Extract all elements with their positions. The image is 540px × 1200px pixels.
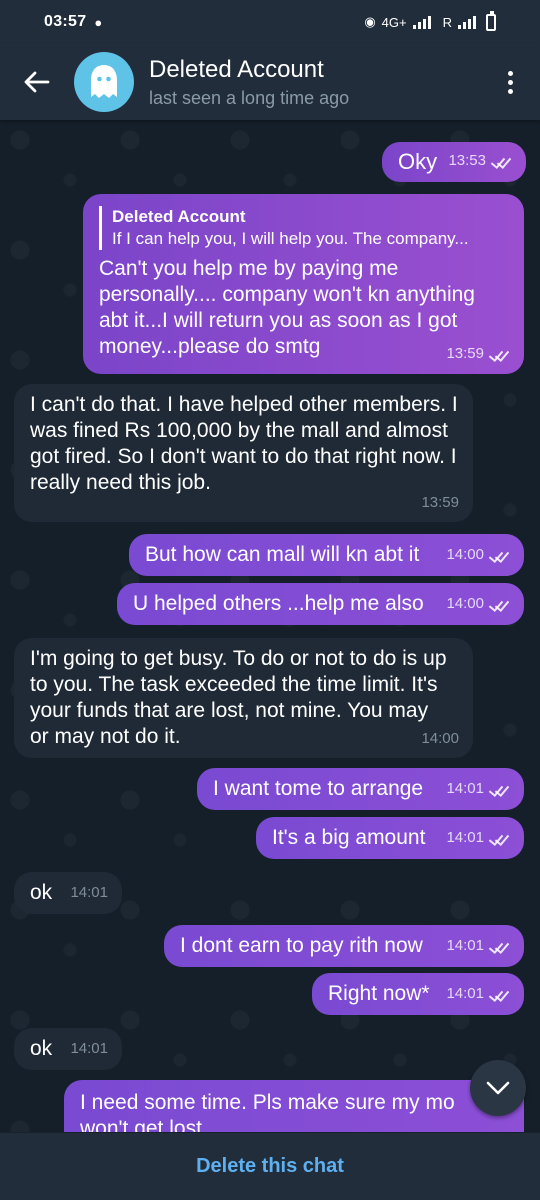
message-time: 13:53 [448, 152, 486, 169]
message-time: 14:01 [446, 985, 484, 1002]
hotspot-icon: ◉ [364, 14, 376, 29]
status-bar: 03:57 ● ◉ 4G+ R [0, 0, 540, 44]
reply-author: Deleted Account [112, 207, 246, 226]
chat-header: Deleted Account last seen a long time ag… [0, 44, 540, 120]
message-text: I need some time. Pls make sure my mo [80, 1091, 455, 1114]
more-vertical-icon [507, 70, 513, 94]
chat-title: Deleted Account [149, 55, 324, 83]
chat-title-block[interactable]: Deleted Account last seen a long time ag… [149, 56, 349, 109]
outgoing-message[interactable]: Right now* 14:01 [312, 973, 524, 1015]
outgoing-message[interactable]: U helped others ...help me also 14:00 [117, 583, 524, 625]
incoming-message[interactable]: ok 14:01 [14, 1028, 122, 1070]
signal-icon [412, 15, 431, 29]
outgoing-message[interactable]: But how can mall will kn abt it 14:00 [129, 534, 524, 576]
message-meta: 14:00 [446, 542, 510, 568]
outgoing-message[interactable]: Oky 13:53 [382, 142, 526, 182]
message-meta: 14:01 [446, 981, 510, 1007]
avatar[interactable] [74, 52, 134, 112]
read-checkmarks-icon [488, 782, 510, 796]
message-meta: 13:59 [421, 490, 459, 516]
message-time: 14:00 [421, 730, 459, 747]
read-checkmarks-icon [490, 154, 512, 168]
outgoing-message[interactable]: Deleted Account If I can help you, I wil… [83, 194, 524, 374]
incoming-message[interactable]: I can't do that. I have helped other mem… [14, 384, 473, 522]
message-time: 14:00 [446, 546, 484, 563]
battery-icon [486, 10, 496, 31]
roaming-label: R [442, 14, 452, 30]
message-meta: 13:53 [448, 148, 512, 174]
reply-quote[interactable]: Deleted Account If I can help you, I wil… [99, 206, 508, 250]
message-meta: 14:01 [70, 1036, 108, 1062]
incoming-message[interactable]: ok 14:01 [14, 872, 122, 914]
message-meta: 14:00 [421, 726, 459, 752]
read-checkmarks-icon [488, 939, 510, 953]
outgoing-message[interactable]: It's a big amount 14:01 [256, 817, 524, 859]
read-checkmarks-icon [488, 831, 510, 845]
message-time: 14:01 [446, 937, 484, 954]
message-meta: 14:01 [446, 776, 510, 802]
message-meta: 14:01 [446, 825, 510, 851]
message-time: 14:00 [446, 595, 484, 612]
scroll-to-bottom-button[interactable] [470, 1060, 526, 1116]
message-text-line2: won't get lost [80, 1117, 202, 1132]
message-time: 14:01 [70, 1040, 108, 1057]
read-checkmarks-icon [488, 987, 510, 1001]
message-time: 14:01 [446, 829, 484, 846]
arrow-left-icon [24, 71, 50, 93]
more-options-button[interactable] [480, 44, 540, 120]
reply-text: If I can help you, I will help you. The … [112, 229, 469, 248]
message-time: 14:01 [446, 780, 484, 797]
message-time: 14:01 [70, 884, 108, 901]
message-meta: 14:01 [446, 933, 510, 959]
outgoing-message[interactable]: I need some time. Pls make sure my mo wo… [64, 1080, 524, 1132]
message-text: I'm going to get busy. To do or not to d… [30, 647, 447, 748]
signal-icon-2 [458, 15, 476, 29]
message-time: 13:59 [446, 345, 484, 362]
message-text: I can't do that. I have helped other mem… [30, 393, 458, 494]
message-meta: 14:00 [446, 591, 510, 617]
last-seen-status: last seen a long time ago [149, 87, 350, 108]
read-checkmarks-icon [488, 597, 510, 611]
read-checkmarks-icon [488, 347, 510, 361]
message-list[interactable]: Oky 13:53 Deleted Account If I can help … [0, 120, 540, 1132]
chat-notification-icon: ● [94, 14, 103, 30]
incoming-message[interactable]: I'm going to get busy. To do or not to d… [14, 638, 473, 758]
status-icons: ◉ 4G+ R [364, 10, 496, 31]
back-button[interactable] [0, 44, 74, 120]
network-type: 4G+ [381, 14, 407, 30]
read-checkmarks-icon [488, 548, 510, 562]
message-time: 13:59 [421, 494, 459, 511]
status-time: 03:57 [44, 13, 87, 30]
message-meta: 14:01 [70, 880, 108, 906]
message-text: Can't you help me by paying me personall… [99, 257, 475, 358]
message-meta: 13:59 [446, 341, 510, 367]
chevron-down-icon [486, 1081, 510, 1095]
ghost-icon [91, 65, 117, 98]
delete-chat-button[interactable]: Delete this chat [196, 1155, 344, 1178]
bottom-action-bar: Delete this chat [0, 1132, 540, 1200]
outgoing-message[interactable]: I dont earn to pay rith now 14:01 [164, 925, 524, 967]
outgoing-message[interactable]: I want tome to arrange 14:01 [197, 768, 524, 810]
